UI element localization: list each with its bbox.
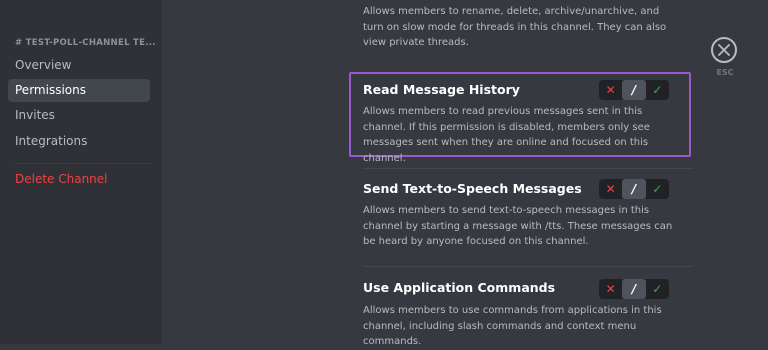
- neutral-button[interactable]: /: [622, 279, 646, 299]
- close-icon: [718, 44, 730, 56]
- esc-label: ESC: [716, 68, 734, 77]
- permission-toggle: ✕ / ✓: [599, 279, 669, 299]
- permission-title: Use Application Commands: [363, 280, 556, 295]
- allow-button[interactable]: ✓: [646, 279, 669, 299]
- deny-button[interactable]: ✕: [599, 179, 622, 199]
- close-button[interactable]: [711, 37, 737, 63]
- permission-toggle: ✕ / ✓: [599, 80, 669, 100]
- sidebar-item-permissions[interactable]: Permissions: [8, 79, 150, 102]
- neutral-button[interactable]: /: [622, 80, 646, 100]
- sidebar-divider: [15, 163, 150, 164]
- permission-title: Read Message History: [363, 82, 520, 97]
- permission-separator: [363, 266, 693, 267]
- permission-title: Send Text-to-Speech Messages: [363, 181, 582, 196]
- permission-toggle: ✕ / ✓: [599, 179, 669, 199]
- permission-separator: [363, 168, 693, 169]
- permission-description: Allows members to use commands from appl…: [363, 305, 662, 347]
- sidebar-item-invites[interactable]: Invites: [8, 104, 150, 127]
- channel-name-header: # TEST-POLL-CHANNEL TE...: [15, 38, 155, 48]
- permission-description: Allows members to read previous messages…: [363, 106, 650, 164]
- allow-button[interactable]: ✓: [646, 80, 669, 100]
- deny-button[interactable]: ✕: [599, 279, 622, 299]
- deny-button[interactable]: ✕: [599, 80, 622, 100]
- allow-button[interactable]: ✓: [646, 179, 669, 199]
- permission-description: Allows members to rename, delete, archiv…: [363, 6, 667, 48]
- neutral-button[interactable]: /: [622, 179, 646, 199]
- delete-channel-button[interactable]: Delete Channel: [8, 168, 150, 191]
- permission-description: Allows members to send text-to-speech me…: [363, 205, 673, 247]
- sidebar-item-overview[interactable]: Overview: [8, 54, 150, 77]
- sidebar-item-integrations[interactable]: Integrations: [8, 130, 150, 153]
- settings-sidebar: # TEST-POLL-CHANNEL TE... Overview Permi…: [0, 0, 162, 344]
